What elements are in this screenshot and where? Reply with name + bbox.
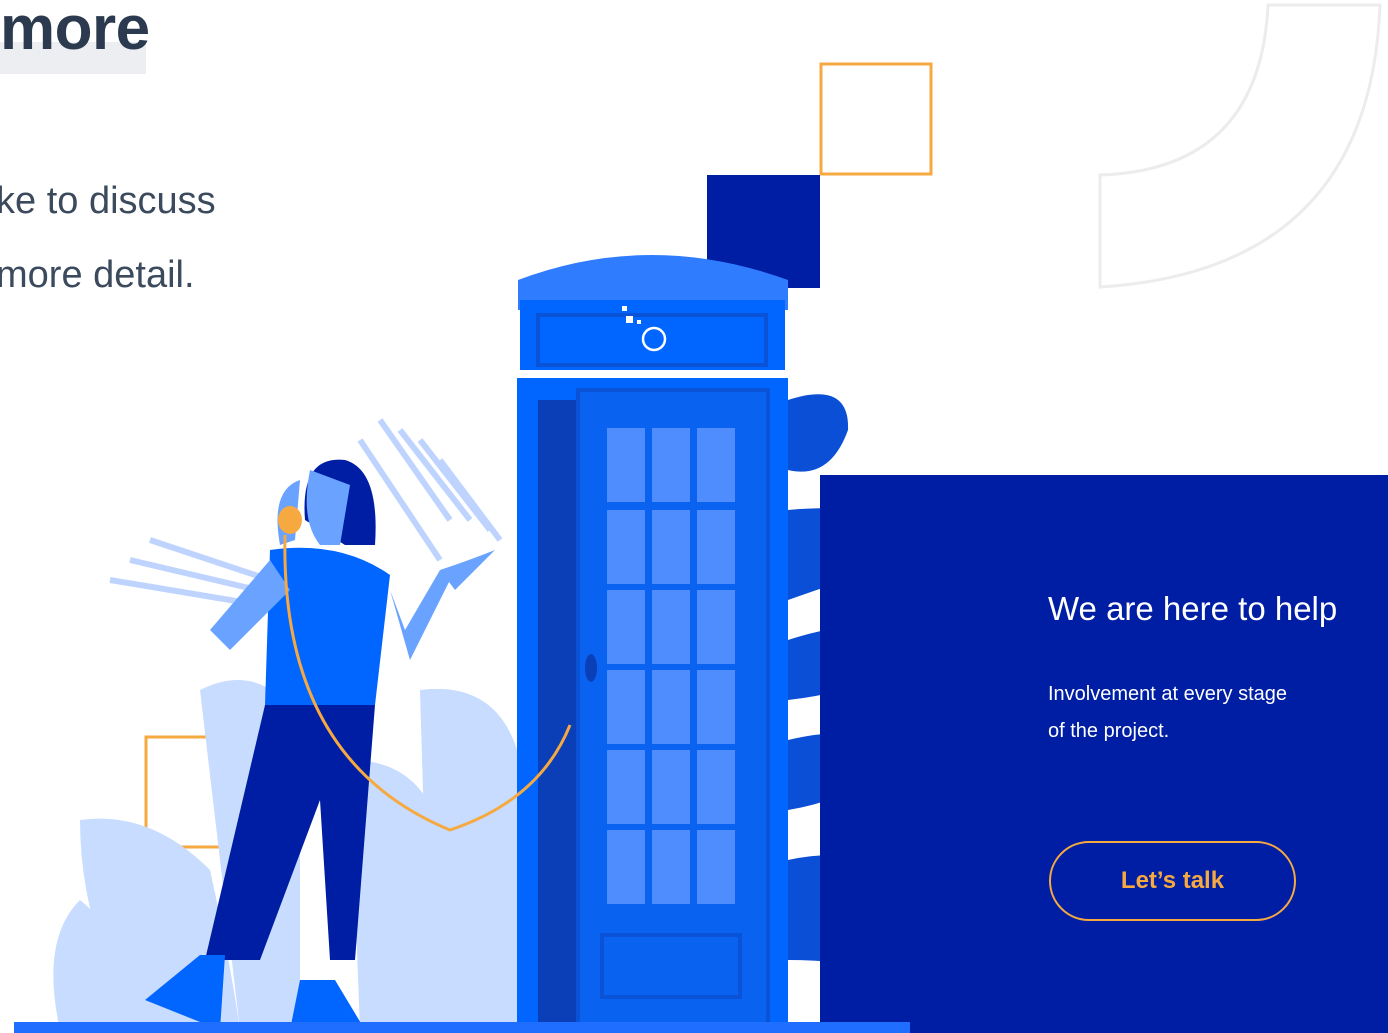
help-description: Involvement at every stage of the projec… [1048, 676, 1348, 750]
phone-booth [517, 255, 788, 1033]
help-panel [820, 475, 1388, 1033]
decorative-arc [1098, 3, 1382, 289]
help-description-line-2: of the project. [1048, 720, 1170, 742]
orange-outline-square [819, 62, 933, 176]
help-title: We are here to help [1048, 590, 1338, 627]
bottom-accent-bar [14, 1022, 910, 1033]
lets-talk-button[interactable]: Let’s talk [1049, 841, 1296, 921]
help-description-line-1: Involvement at every stage [1048, 683, 1288, 705]
